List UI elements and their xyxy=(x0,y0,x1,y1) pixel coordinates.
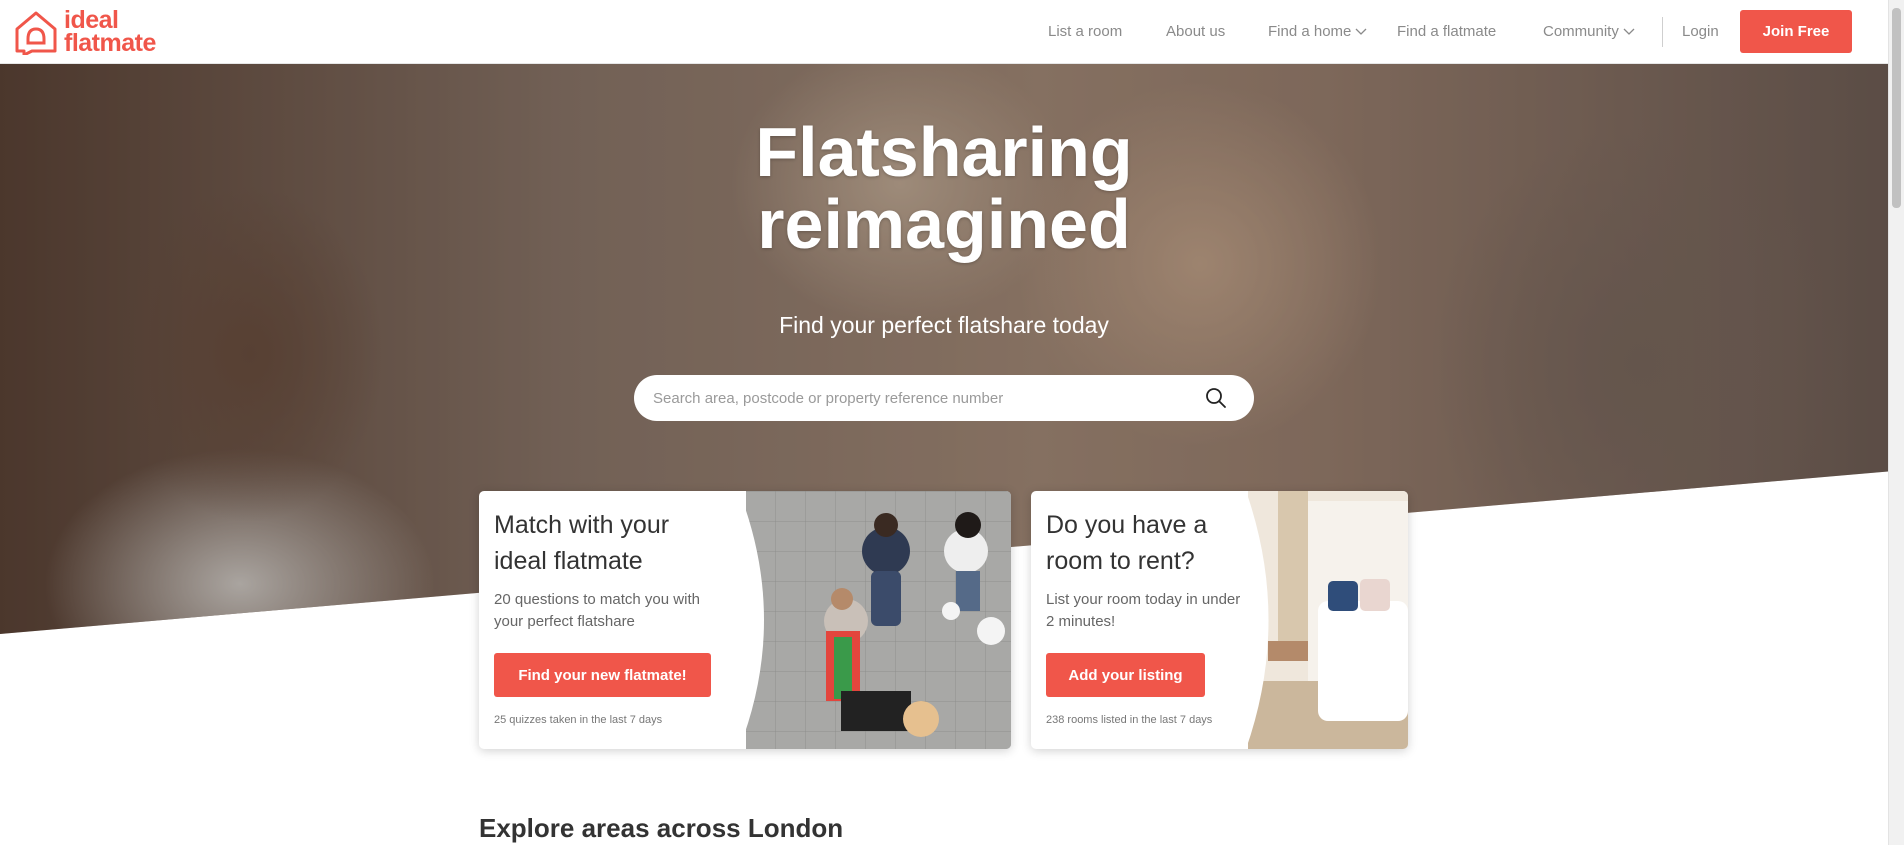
card-title-line-2: ideal flatmate xyxy=(494,547,643,575)
nav-list-a-room[interactable]: List a room xyxy=(1048,23,1122,40)
card-description-line-2: your perfect flatshare xyxy=(494,613,635,630)
login-link[interactable]: Login xyxy=(1682,23,1719,40)
hero-title: Flatsharing reimagined xyxy=(0,116,1888,260)
card-description: List your room today in under 2 minutes! xyxy=(1046,589,1240,633)
quizzes-count-text: 25 quizzes taken in the last 7 days xyxy=(494,714,663,726)
chevron-down-icon xyxy=(1355,28,1367,35)
card-description-line-1: 20 questions to match you with xyxy=(494,591,700,608)
add-listing-button[interactable]: Add your listing xyxy=(1046,653,1205,697)
card-description: 20 questions to match you with your perf… xyxy=(494,589,700,633)
rooms-listed-count-text: 238 rooms listed in the last 7 days xyxy=(1046,714,1213,726)
logo-line-2: flatmate xyxy=(64,29,156,57)
card-curve-divider xyxy=(699,491,764,749)
top-navigation-bar: ideal flatmate List a room About us Find… xyxy=(0,0,1888,64)
card-text: Match with your ideal flatmate 20 questi… xyxy=(494,507,700,633)
card-description-line-2: 2 minutes! xyxy=(1046,613,1116,630)
list-room-card: Do you have a room to rent? List your ro… xyxy=(1031,491,1408,749)
explore-areas-heading: Explore areas across London xyxy=(479,813,844,843)
search-bar xyxy=(634,375,1254,421)
card-title-line-1: Do you have a xyxy=(1046,511,1208,539)
hero-subtitle: Find your perfect flatshare today xyxy=(779,312,1109,338)
card-description-line-1: List your room today in under xyxy=(1046,591,1241,608)
logo-wordmark: ideal flatmate xyxy=(64,8,156,57)
card-title: Do you have a room to rent? xyxy=(1046,507,1240,579)
card-title-line-2: room to rent? xyxy=(1046,547,1195,575)
page-scrollbar[interactable] xyxy=(1888,0,1904,845)
join-free-button[interactable]: Join Free xyxy=(1740,10,1852,53)
hero-title-line-1: Flatsharing xyxy=(755,113,1133,191)
nav-about-us[interactable]: About us xyxy=(1166,23,1225,40)
ideal-flatmate-logo[interactable]: ideal flatmate xyxy=(14,8,156,57)
house-logo-icon xyxy=(15,11,57,55)
search-input[interactable] xyxy=(634,375,1204,421)
scrollbar-thumb[interactable] xyxy=(1892,8,1901,208)
card-title-line-1: Match with your xyxy=(494,511,670,539)
nav-find-a-home[interactable]: Find a home xyxy=(1268,23,1367,40)
nav-community[interactable]: Community xyxy=(1543,23,1635,40)
page: ideal flatmate List a room About us Find… xyxy=(0,0,1904,845)
search-icon[interactable] xyxy=(1204,386,1228,410)
chevron-down-icon xyxy=(1623,28,1635,35)
card-text: Do you have a room to rent? List your ro… xyxy=(1046,507,1240,633)
nav-divider xyxy=(1662,17,1663,47)
nav-community-label: Community xyxy=(1543,23,1619,40)
card-title: Match with your ideal flatmate xyxy=(494,507,700,579)
hero-title-line-2: reimagined xyxy=(757,185,1131,263)
nav-find-a-flatmate[interactable]: Find a flatmate xyxy=(1397,23,1496,40)
find-flatmate-card: Match with your ideal flatmate 20 questi… xyxy=(479,491,1011,749)
nav-find-a-home-label: Find a home xyxy=(1268,23,1352,40)
find-new-flatmate-button[interactable]: Find your new flatmate! xyxy=(494,653,711,697)
